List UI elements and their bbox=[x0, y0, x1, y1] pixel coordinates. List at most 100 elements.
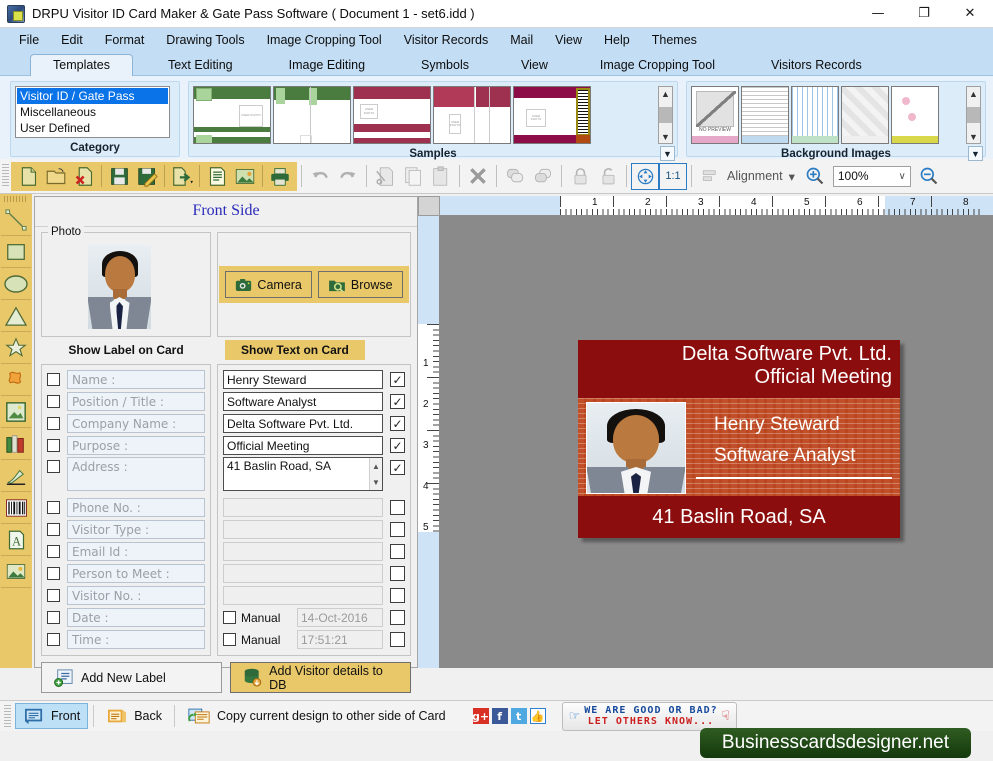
value-input-company[interactable]: Delta Software Pvt. Ltd. bbox=[223, 414, 383, 433]
alignment-icon[interactable] bbox=[696, 163, 724, 190]
tab-visitors-records[interactable]: Visitors Records bbox=[754, 54, 879, 76]
print-icon[interactable] bbox=[266, 163, 294, 190]
menu-item-themes[interactable]: Themes bbox=[641, 30, 708, 50]
export-icon[interactable] bbox=[168, 163, 196, 190]
menu-item-format[interactable]: Format bbox=[94, 30, 156, 50]
value-checkbox-phone[interactable] bbox=[390, 500, 405, 515]
label-input-date[interactable]: Date : bbox=[67, 608, 205, 627]
zoom-out-icon[interactable] bbox=[915, 163, 943, 190]
value-input-position[interactable]: Software Analyst bbox=[223, 392, 383, 411]
card-name[interactable]: Henry Steward bbox=[696, 414, 890, 436]
sample-thumb-maroon-2[interactable]: USER PHOTO bbox=[433, 86, 511, 144]
value-checkbox-visitor-no[interactable] bbox=[390, 588, 405, 603]
image-icon[interactable] bbox=[231, 163, 259, 190]
cut-icon[interactable] bbox=[371, 163, 399, 190]
zoom-select[interactable]: 100% ∨ bbox=[832, 165, 911, 187]
label-input-address[interactable]: Address : bbox=[67, 457, 205, 491]
feedback-banner[interactable]: ☞ WE ARE GOOD OR BAD? LET OTHERS KNOW...… bbox=[561, 701, 737, 731]
menu-item-visitor-records[interactable]: Visitor Records bbox=[393, 30, 500, 50]
sample-thumb-green-1[interactable]: USER PHOTO bbox=[193, 86, 271, 144]
label-checkbox-visitor-no[interactable] bbox=[47, 589, 60, 602]
bg-thumb-no-preview[interactable]: NO PREVIEW bbox=[691, 86, 739, 144]
zoom-in-icon[interactable] bbox=[801, 163, 829, 190]
time-manual-checkbox[interactable] bbox=[223, 633, 236, 646]
status-bar-drag-handle[interactable] bbox=[4, 705, 11, 727]
sample-thumb-maroon-barcode[interactable]: USER PHOTO bbox=[513, 86, 591, 144]
tab-image-editing[interactable]: Image Editing bbox=[272, 54, 382, 76]
tab-view[interactable]: View bbox=[504, 54, 565, 76]
card-address[interactable]: 41 Baslin Road, SA bbox=[652, 506, 825, 529]
id-card-preview[interactable]: Delta Software Pvt. Ltd. Official Meetin… bbox=[578, 340, 900, 538]
background-scroll-down-icon[interactable]: ▼ bbox=[969, 130, 978, 143]
minimize-button[interactable]: — bbox=[855, 0, 901, 28]
address-spinner[interactable]: ▲ ▼ bbox=[369, 458, 382, 490]
google-plus-icon[interactable]: g+ bbox=[472, 708, 489, 724]
twitter-icon[interactable]: t bbox=[510, 708, 527, 724]
background-scrollbar[interactable]: ▲ ▼ bbox=[966, 86, 981, 144]
label-input-name[interactable]: Name : bbox=[67, 370, 205, 389]
canvas-workspace[interactable]: Delta Software Pvt. Ltd. Official Meetin… bbox=[441, 217, 993, 668]
background-scroll-up-icon[interactable]: ▲ bbox=[969, 87, 978, 100]
samples-scrollbar[interactable]: ▲ ▼ bbox=[658, 86, 673, 144]
value-input-date[interactable]: 14-Oct-2016 bbox=[297, 608, 383, 627]
shape-tool-icon[interactable] bbox=[1, 364, 31, 396]
value-checkbox-person-to-meet[interactable] bbox=[390, 566, 405, 581]
card-position[interactable]: Software Analyst bbox=[696, 445, 890, 467]
signature-tool-icon[interactable] bbox=[1, 460, 31, 492]
add-visitor-to-db-button[interactable]: Add Visitor details to DB bbox=[230, 662, 411, 693]
value-input-name[interactable]: Henry Steward bbox=[223, 370, 383, 389]
open-folder-icon[interactable] bbox=[42, 163, 70, 190]
send-back-icon[interactable] bbox=[529, 163, 557, 190]
camera-button[interactable]: Camera bbox=[225, 271, 312, 298]
value-checkbox-position[interactable]: ✓ bbox=[390, 394, 405, 409]
value-checkbox-company[interactable]: ✓ bbox=[390, 416, 405, 431]
thumbs-up-icon[interactable]: 👍 bbox=[529, 708, 546, 724]
tab-templates[interactable]: Templates bbox=[30, 54, 133, 76]
label-input-company[interactable]: Company Name : bbox=[67, 414, 205, 433]
drawing-toolbar-drag-handle[interactable] bbox=[4, 196, 28, 202]
redo-icon[interactable] bbox=[334, 163, 362, 190]
label-checkbox-phone[interactable] bbox=[47, 501, 60, 514]
samples-scroll-down-icon[interactable]: ▼ bbox=[661, 130, 670, 143]
samples-scroll-thumb[interactable] bbox=[659, 107, 672, 123]
label-input-email[interactable]: Email Id : bbox=[67, 542, 205, 561]
bg-thumb-grey-tiles[interactable] bbox=[841, 86, 889, 144]
value-input-email[interactable] bbox=[223, 542, 383, 561]
copy-design-button[interactable]: Copy current design to other side of Car… bbox=[180, 704, 453, 729]
toolbar-drag-handle[interactable] bbox=[2, 164, 9, 188]
label-input-visitor-no[interactable]: Visitor No. : bbox=[67, 586, 205, 605]
value-checkbox-purpose[interactable]: ✓ bbox=[390, 438, 405, 453]
background-expand-icon[interactable]: ▼ bbox=[968, 146, 983, 161]
category-item-user-defined[interactable]: User Defined bbox=[17, 120, 168, 136]
value-input-phone[interactable] bbox=[223, 498, 383, 517]
text-document-icon[interactable] bbox=[203, 163, 231, 190]
label-checkbox-time[interactable] bbox=[47, 633, 60, 646]
tab-image-cropping-tool[interactable]: Image Cropping Tool bbox=[583, 54, 732, 76]
save-as-icon[interactable] bbox=[133, 163, 161, 190]
label-input-visitor-type[interactable]: Visitor Type : bbox=[67, 520, 205, 539]
label-input-phone[interactable]: Phone No. : bbox=[67, 498, 205, 517]
barcode-tool-icon[interactable] bbox=[1, 492, 31, 524]
browse-button[interactable]: Browse bbox=[317, 271, 403, 298]
value-checkbox-date[interactable] bbox=[390, 610, 405, 625]
close-button[interactable]: ✕ bbox=[947, 0, 993, 28]
category-item-miscellaneous[interactable]: Miscellaneous bbox=[17, 104, 168, 120]
paste-icon[interactable] bbox=[427, 163, 455, 190]
value-input-visitor-type[interactable] bbox=[223, 520, 383, 539]
lock-icon[interactable] bbox=[566, 163, 594, 190]
value-checkbox-address[interactable]: ✓ bbox=[390, 460, 405, 475]
value-checkbox-visitor-type[interactable] bbox=[390, 522, 405, 537]
undo-icon[interactable] bbox=[306, 163, 334, 190]
value-input-visitor-no[interactable] bbox=[223, 586, 383, 605]
bg-thumb-floral[interactable] bbox=[891, 86, 939, 144]
value-input-purpose[interactable]: Official Meeting bbox=[223, 436, 383, 455]
brand-label[interactable]: Businesscardsdesigner.net bbox=[699, 728, 971, 758]
label-checkbox-person-to-meet[interactable] bbox=[47, 567, 60, 580]
value-checkbox-email[interactable] bbox=[390, 544, 405, 559]
label-input-person-to-meet[interactable]: Person to Meet : bbox=[67, 564, 205, 583]
label-checkbox-address[interactable] bbox=[47, 460, 60, 473]
value-input-time[interactable]: 17:51:21 bbox=[297, 630, 383, 649]
add-new-label-button[interactable]: Add New Label bbox=[41, 662, 222, 693]
label-checkbox-company[interactable] bbox=[47, 417, 60, 430]
rectangle-tool-icon[interactable] bbox=[1, 236, 31, 268]
